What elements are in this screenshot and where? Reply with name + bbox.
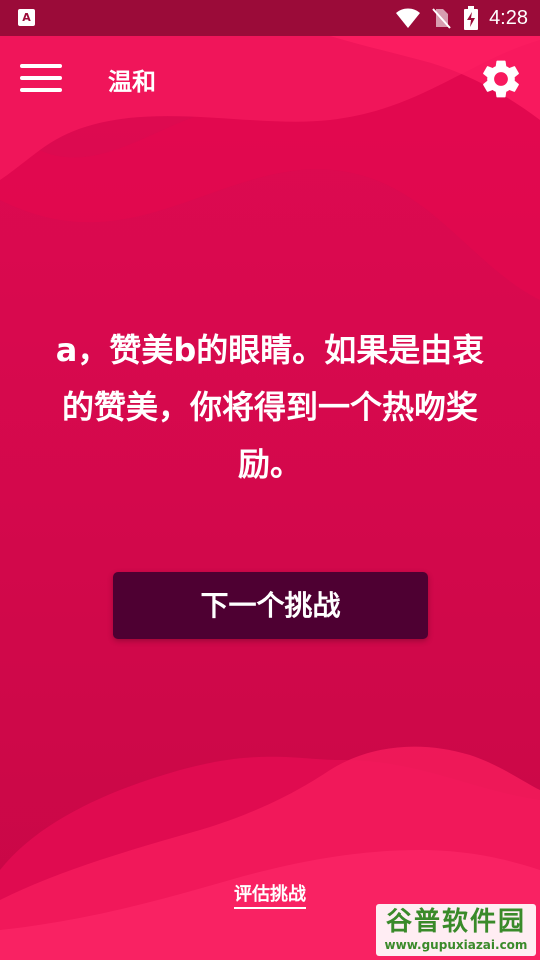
gear-icon[interactable] — [478, 56, 524, 102]
no-sim-icon — [432, 8, 451, 29]
challenge-text: a，赞美b的眼睛。如果是由衷的赞美，你将得到一个热吻奖励。 — [55, 331, 485, 483]
watermark-url: www.gupuxiazai.com — [384, 938, 528, 952]
app-bar: 温和 — [0, 36, 540, 120]
page-title: 温和 — [108, 68, 156, 96]
battery-charging-icon — [464, 6, 479, 30]
watermark-logo: 谷普软件园 www.gupuxiazai.com — [376, 904, 536, 956]
rate-challenge-link[interactable]: 评估挑战 — [220, 880, 320, 909]
wifi-icon — [396, 8, 421, 28]
hamburger-menu-icon[interactable] — [20, 60, 64, 96]
app-notification-icon: A — [18, 9, 35, 26]
watermark-title: 谷普软件园 — [385, 907, 526, 937]
rate-challenge-label[interactable]: 评估挑战 — [234, 884, 306, 909]
status-time: 4:28 — [489, 6, 528, 29]
status-bar: A 4:28 — [0, 0, 540, 36]
next-challenge-button[interactable]: 下一个挑战 — [113, 572, 428, 639]
status-icons: 4:28 — [395, 6, 528, 30]
